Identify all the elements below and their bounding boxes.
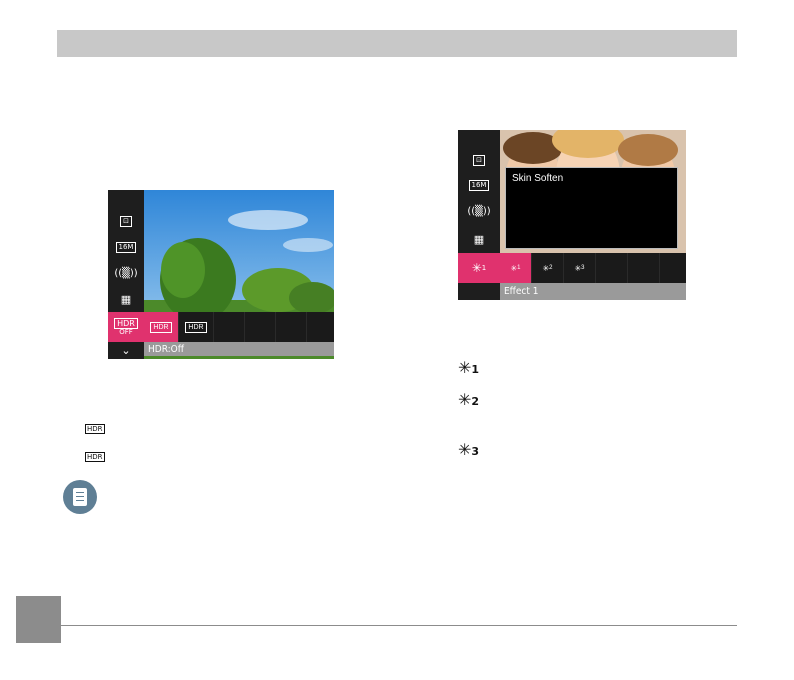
metering-icon[interactable]: ⊡ — [108, 208, 144, 234]
hdr-off-icon: HDR — [85, 424, 105, 434]
empty-slot — [628, 253, 660, 283]
hdr-options-row: HDR HDR — [144, 312, 334, 342]
mode-off-icon[interactable]: ▦ — [458, 225, 500, 253]
page-number-tab — [16, 596, 61, 643]
effect-3-icon: ✳3 — [458, 440, 480, 459]
hdr-screen: ⊡ 16M ((▒)) ▦ HDR OFF ⌄ HDR HDR HDR:Off — [108, 190, 334, 359]
empty-slot — [276, 312, 307, 342]
mode-off-icon[interactable]: ▦ — [108, 286, 144, 312]
hdr-status-bar: HDR:Off — [144, 342, 334, 356]
stabilizer-off-icon[interactable]: ((▒)) — [108, 260, 144, 286]
effect-2-option[interactable]: ✳ 2 — [532, 253, 564, 283]
footer-rule — [61, 625, 737, 626]
popup-title: Skin Soften — [512, 173, 564, 184]
hdr-on-option[interactable]: HDR — [179, 312, 214, 342]
beauty-effect-icon[interactable]: ✳ 1 — [458, 253, 500, 283]
effect-3-option[interactable]: ✳ 3 — [564, 253, 596, 283]
effect-2-icon: ✳2 — [458, 390, 480, 409]
hdr-off-icon[interactable]: HDR OFF — [108, 312, 144, 342]
effect-options-row: ✳ 1 ✳ 2 ✳ 3 — [500, 253, 686, 283]
hdr-on-icon: HDR — [85, 452, 105, 462]
stabilizer-off-icon[interactable]: ((▒)) — [458, 198, 500, 225]
effect-1-option[interactable]: ✳ 1 — [500, 253, 532, 283]
header-bar — [57, 30, 737, 57]
empty-slot — [245, 312, 276, 342]
empty-slot — [214, 312, 245, 342]
size-16m-icon[interactable]: 16M — [108, 234, 144, 260]
hdr-off-option[interactable]: HDR — [144, 312, 179, 342]
chevron-down-icon[interactable]: ⌄ — [108, 342, 144, 359]
metering-icon[interactable]: ⊡ — [458, 148, 500, 173]
size-16m-icon[interactable]: 16M — [458, 173, 500, 198]
beauty-screen: ⊡ 16M ((▒)) ▦ ✳ 1 Skin Soften ✳ 1 ✳ 2 ✳ 3 Ef… — [458, 130, 686, 300]
empty-slot — [596, 253, 628, 283]
effect-1-icon: ✳1 — [458, 358, 480, 377]
effect-status-bar: Effect 1 — [500, 283, 686, 300]
note-icon — [63, 480, 97, 514]
skin-soften-popup: Skin Soften — [505, 167, 678, 249]
